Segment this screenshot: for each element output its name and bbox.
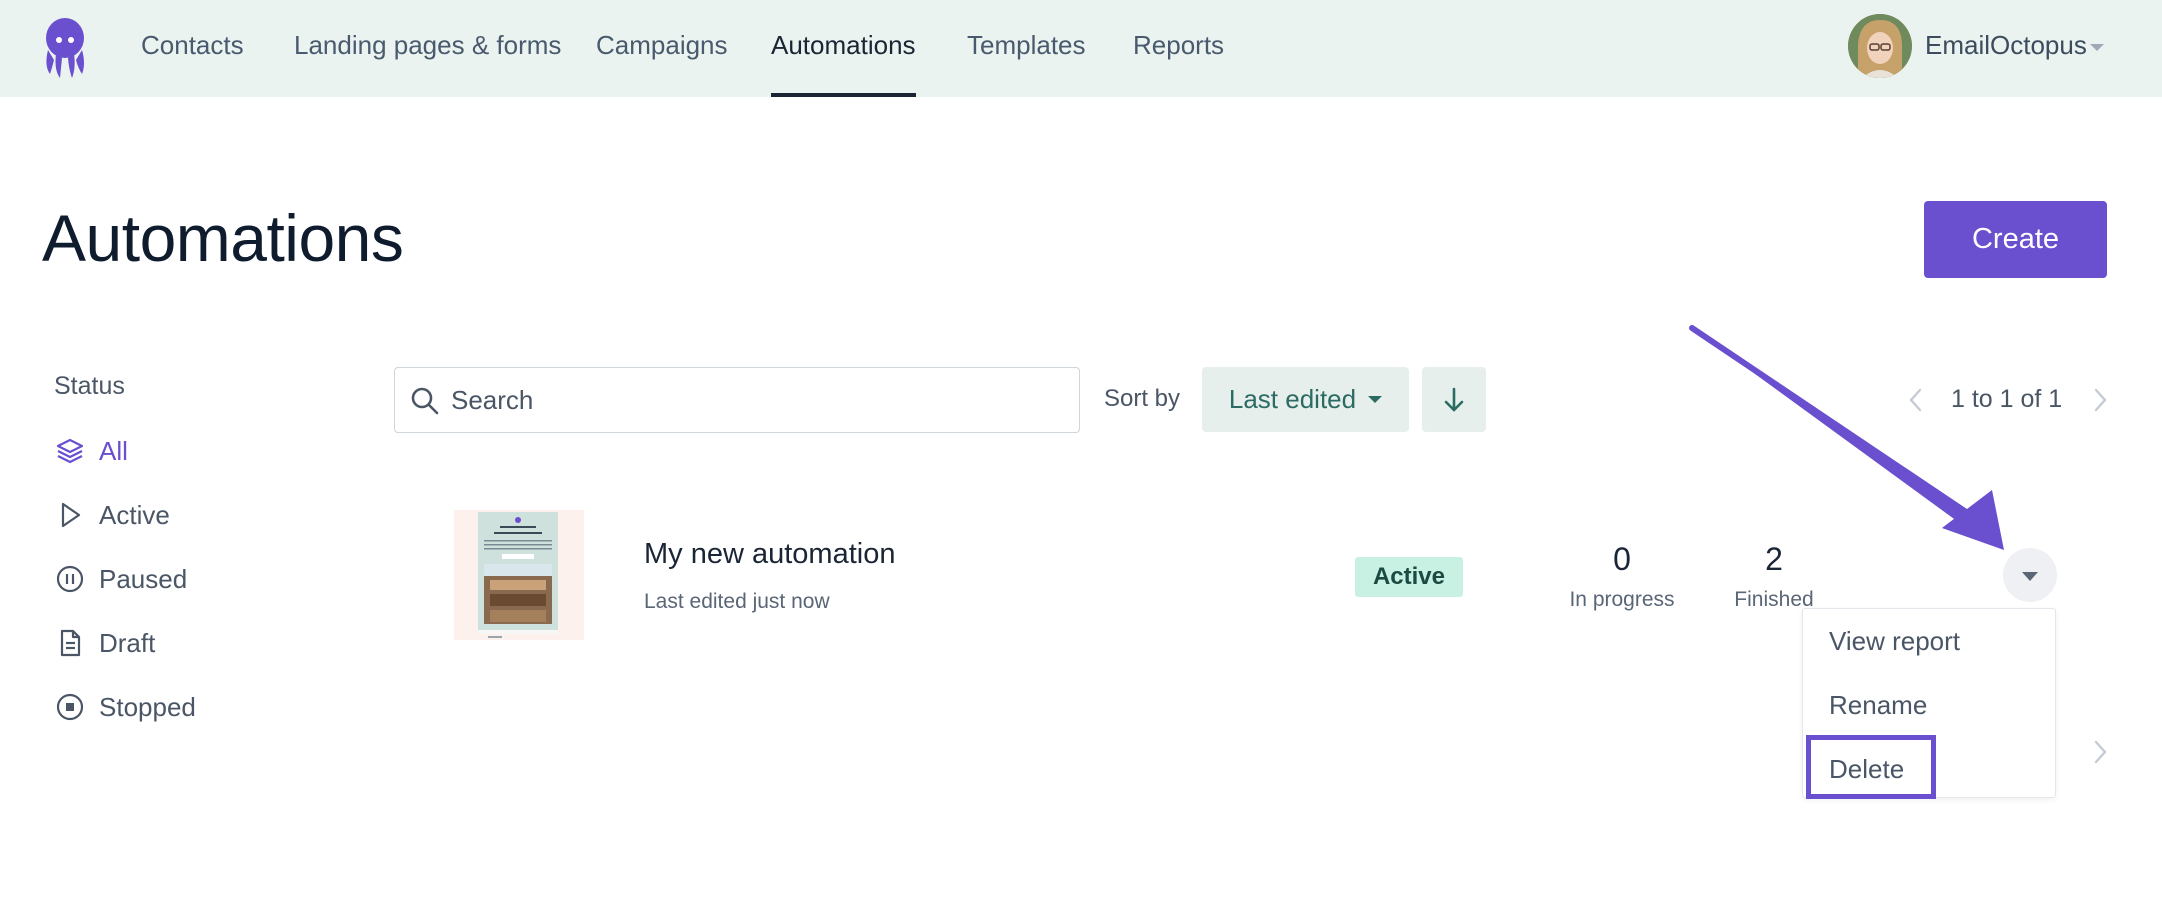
status-badge: Active xyxy=(1355,557,1463,597)
filter-paused-label: Paused xyxy=(99,563,188,594)
sort-direction-button[interactable] xyxy=(1422,367,1486,432)
filter-all-label: All xyxy=(99,435,128,466)
page-title: Automations xyxy=(42,201,404,275)
avatar[interactable] xyxy=(1848,14,1912,78)
pager-next-bottom-icon[interactable] xyxy=(2086,738,2114,766)
in-progress-label: In progress xyxy=(1569,588,1675,611)
nav-landing-pages-forms[interactable]: Landing pages & forms xyxy=(294,30,561,61)
automation-last-edited: Last edited just now xyxy=(644,590,830,613)
search-box[interactable] xyxy=(394,367,1080,433)
chevron-down-icon xyxy=(1368,396,1383,403)
automation-name[interactable]: My new automation xyxy=(644,538,895,571)
arrow-down-icon xyxy=(1444,387,1464,411)
search-icon xyxy=(409,385,441,417)
filter-paused[interactable]: Paused xyxy=(54,561,187,597)
nav-campaigns[interactable]: Campaigns xyxy=(596,30,728,61)
filter-draft[interactable]: Draft xyxy=(54,625,155,661)
delete-highlight-box xyxy=(1806,735,1936,799)
octopus-logo-icon[interactable] xyxy=(40,16,90,82)
search-input[interactable] xyxy=(451,378,1061,422)
nav-templates[interactable]: Templates xyxy=(967,30,1086,61)
account-chevron-down-icon[interactable] xyxy=(2090,44,2104,51)
in-progress-count: 0 xyxy=(1613,541,1631,577)
pause-circle-icon xyxy=(54,563,86,595)
status-filter-heading: Status xyxy=(54,372,125,400)
pager-next-icon[interactable] xyxy=(2086,386,2114,414)
nav-reports[interactable]: Reports xyxy=(1133,30,1224,61)
filter-stopped[interactable]: Stopped xyxy=(54,689,196,725)
menu-item-rename[interactable]: Rename xyxy=(1829,690,1927,721)
layers-icon xyxy=(54,435,86,467)
sort-select[interactable]: Last edited xyxy=(1202,367,1409,432)
filter-draft-label: Draft xyxy=(99,627,156,658)
automation-thumbnail[interactable] xyxy=(454,510,584,640)
sort-select-value: Last edited xyxy=(1228,384,1357,414)
create-button[interactable]: Create xyxy=(1924,201,2107,278)
annotation-arrow-icon xyxy=(1689,325,2004,550)
nav-active-indicator xyxy=(771,93,916,97)
nav-automations[interactable]: Automations xyxy=(771,30,916,61)
stop-circle-icon xyxy=(54,691,86,723)
sort-by-label: Sort by xyxy=(1104,385,1181,412)
filter-active[interactable]: Active xyxy=(54,497,170,533)
menu-item-view-report[interactable]: View report xyxy=(1829,626,1960,657)
filter-stopped-label: Stopped xyxy=(99,691,196,722)
nav-contacts[interactable]: Contacts xyxy=(141,30,244,61)
filter-active-label: Active xyxy=(99,499,170,530)
account-name[interactable]: EmailOctopus xyxy=(1925,30,2087,61)
chevron-down-icon xyxy=(2022,572,2038,581)
filter-all[interactable]: All xyxy=(54,433,128,469)
document-icon xyxy=(54,627,86,659)
play-icon xyxy=(54,499,86,531)
top-navigation: Contacts Landing pages & forms Campaigns… xyxy=(0,0,2162,97)
